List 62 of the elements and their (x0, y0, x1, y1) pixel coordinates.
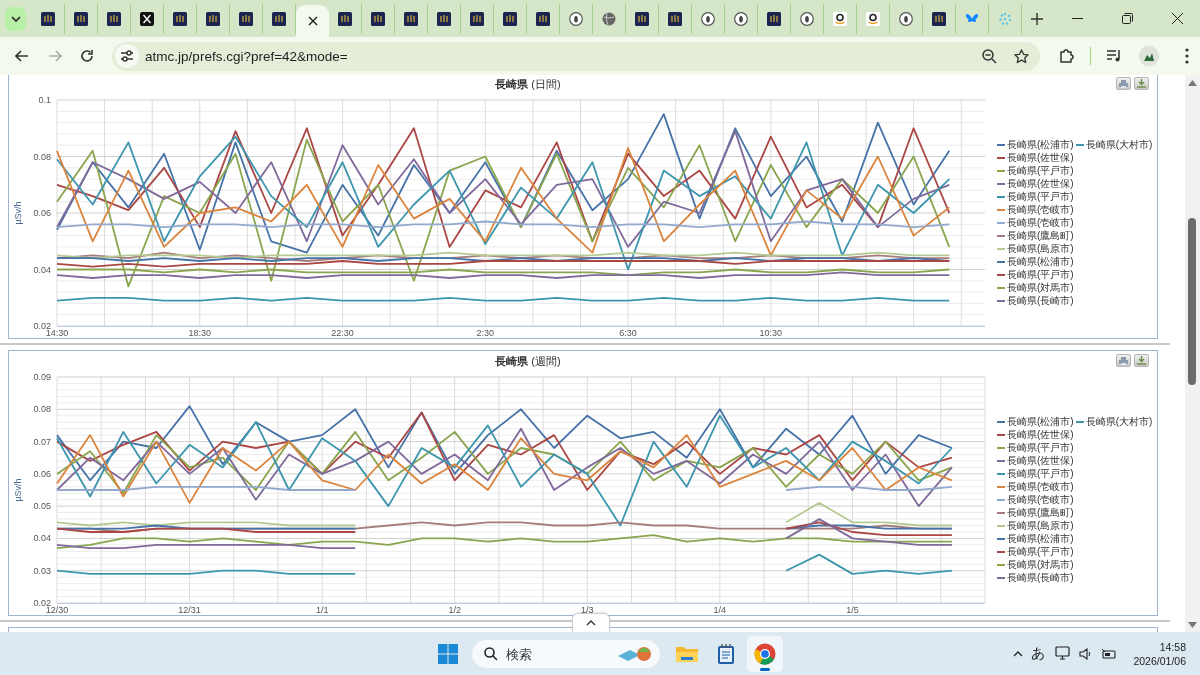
legend-label: 長崎県(佐世保) (1007, 453, 1074, 468)
clock-time: 14:58 (1159, 639, 1186, 654)
legend-label: 長崎県(松浦市) (1007, 531, 1074, 546)
tick-label: 10:30 (759, 328, 783, 338)
tick-label: 0.1 (38, 95, 51, 105)
legend-label: 長崎県(長崎市) (1007, 570, 1074, 585)
legend-label: 長崎県(平戸市) (1007, 544, 1074, 559)
legend-label: 長崎県(松浦市) (1007, 254, 1074, 269)
legend-label: 長崎県(佐世保) (1007, 176, 1074, 191)
legend-label: 長崎県(平戸市) (1007, 267, 1074, 282)
tick-label: 0.03 (33, 565, 51, 576)
legend-label: 長崎県(平戸市) (1007, 466, 1074, 481)
legend-label: 長崎県(壱岐市) (1007, 479, 1074, 494)
tick-label: 1/4 (713, 605, 727, 615)
tick-label: 12/31 (178, 605, 201, 615)
tick-label: 0.02 (33, 598, 51, 608)
chart-title: 長崎県 (日間) (495, 76, 561, 92)
legend-label: 長崎県(壱岐市) (1007, 202, 1074, 217)
legend-label: 長崎県(島原市) (1007, 241, 1074, 256)
tick-label: 0.06 (33, 468, 51, 479)
tick-label: 0.06 (33, 208, 51, 218)
legend-label: 長崎県(松浦市) (1007, 414, 1074, 429)
tick-label: 6:30 (619, 328, 637, 338)
legend-label: 長崎県(壱岐市) (1007, 215, 1074, 230)
axis-label: µSv/h (13, 201, 23, 225)
axis-label: µSv/h (13, 478, 23, 502)
legend-label: 長崎県(平戸市) (1007, 163, 1074, 178)
legend-label: 長崎県(鷹島町) (1007, 228, 1074, 243)
tick-label: 18:30 (188, 328, 212, 338)
tick-label: 1/5 (846, 605, 859, 615)
legend-label: 長崎県(鷹島町) (1007, 505, 1074, 520)
legend-label: 長崎県(大村市) (1085, 137, 1153, 152)
tick-label: 0.08 (33, 404, 51, 415)
tick-label: 0.07 (33, 436, 51, 447)
legend-label: 長崎県(島原市) (1007, 518, 1074, 533)
legend-label: 長崎県(長崎市) (1007, 293, 1074, 308)
search-field[interactable]: 検索 (471, 639, 661, 669)
ime-indicator[interactable]: あ (1031, 644, 1046, 663)
legend-label: 長崎県(平戸市) (1007, 440, 1074, 455)
legend-label: 長崎県(佐世保) (1007, 427, 1074, 442)
tick-label: 22:30 (331, 328, 354, 338)
tick-label: 2:30 (476, 328, 495, 338)
legend-label: 長崎県(大村市) (1085, 414, 1153, 429)
chart-title: 長崎県 (週間) (495, 353, 561, 369)
tick-label: 0.09 (33, 372, 51, 382)
search-input[interactable]: 検索 (506, 646, 616, 662)
tick-label: 0.05 (33, 501, 51, 512)
clock-date: 2026/01/06 (1133, 653, 1186, 668)
legend-label: 長崎県(佐世保) (1007, 150, 1074, 165)
tick-label: 0.04 (33, 264, 51, 275)
tick-label: 0.08 (33, 151, 51, 162)
address-bar[interactable]: atmc.jp/prefs.cgi?pref=42&mode= (112, 41, 1041, 71)
tick-label: 12/30 (45, 605, 69, 615)
legend-label: 長崎県(壱岐市) (1007, 492, 1074, 507)
legend-label: 長崎県(対馬市) (1007, 280, 1074, 295)
tick-label: 1/2 (448, 605, 461, 615)
tick-label: 1/3 (581, 605, 594, 615)
tick-label: 1/1 (315, 605, 329, 615)
tick-label: 0.04 (33, 533, 51, 544)
legend-label: 長崎県(松浦市) (1007, 137, 1074, 152)
legend-label: 長崎県(平戸市) (1007, 189, 1074, 204)
legend-label: 長崎県(対馬市) (1007, 557, 1074, 572)
